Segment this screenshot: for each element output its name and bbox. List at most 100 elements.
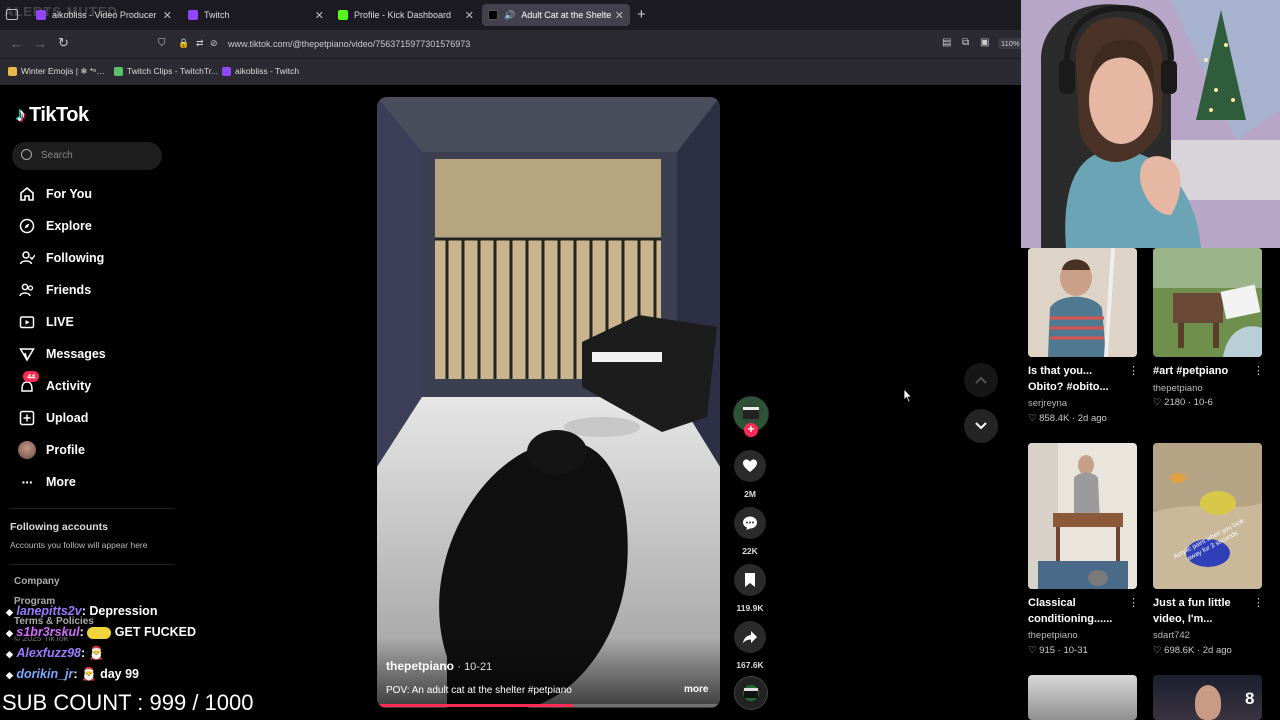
avatar — [18, 441, 36, 459]
video-author[interactable]: thepetpiano · 10-21 — [386, 659, 492, 673]
comment-button[interactable] — [734, 507, 766, 539]
related-author[interactable]: thepetpiano — [1028, 630, 1078, 641]
nav-upload[interactable]: Upload — [18, 409, 88, 427]
nav-friends[interactable]: Friends — [18, 281, 91, 299]
speaker-icon[interactable]: 🔊 — [504, 10, 515, 20]
permissions-icon[interactable]: ⇄ — [196, 38, 204, 49]
forward-icon[interactable]: → — [34, 36, 47, 51]
share-count: 167.6K — [736, 660, 764, 670]
activity-icon: 44 — [18, 371, 40, 395]
related-thumbnail[interactable] — [1028, 675, 1137, 720]
creator-avatar[interactable]: + — [733, 396, 769, 437]
reader-view-icon[interactable]: ▤ — [942, 37, 951, 48]
more-options-icon[interactable]: ⋮ — [1253, 596, 1264, 609]
related-thumbnail[interactable]: 8 — [1153, 675, 1262, 720]
nav-following[interactable]: Following — [18, 249, 104, 267]
new-tab-button[interactable]: + — [637, 6, 646, 23]
piano-avatar-icon — [743, 407, 759, 419]
autoplay-blocked-icon[interactable]: ⊘ — [210, 38, 218, 49]
tiktok-logo[interactable]: ♪ TikTok — [16, 104, 89, 127]
screenshot-icon[interactable]: ▣ — [980, 37, 989, 48]
thumbnail-face — [1195, 685, 1221, 720]
tab-label: Adult Cat at the Shelter: A — [521, 10, 611, 20]
sound-disc[interactable] — [734, 676, 768, 710]
chat-text: 🎅 day 99 — [81, 667, 139, 681]
more-options-icon[interactable]: ⋮ — [1253, 364, 1264, 377]
next-video-button[interactable] — [964, 409, 998, 443]
video-progress-track[interactable] — [377, 704, 720, 707]
more-icon: ··· — [21, 474, 34, 490]
tab-twitch[interactable]: Twitch ✕ — [182, 4, 330, 26]
tab-list-icon[interactable] — [6, 9, 18, 20]
nav-messages[interactable]: Messages — [18, 345, 106, 363]
footer-link-company[interactable]: Company — [14, 576, 60, 587]
caption-more-button[interactable]: more — [684, 684, 708, 695]
tab-label: aikobliss - Video Producer - Tw — [52, 10, 159, 20]
live-icon — [18, 313, 36, 331]
more-options-icon[interactable]: ⋮ — [1128, 596, 1139, 609]
tab-kick-dashboard[interactable]: Profile - Kick Dashboard ✕ — [332, 4, 480, 26]
chevron-up-icon — [975, 376, 987, 384]
related-author[interactable]: serjreyna — [1028, 398, 1067, 409]
related-title[interactable]: #art #petpiano — [1153, 363, 1253, 379]
comment-count: 22K — [742, 546, 758, 556]
chat-badge-icon: ◆ — [6, 628, 13, 638]
reload-icon[interactable]: ↻ — [58, 35, 69, 51]
sidebar-divider — [10, 564, 174, 565]
previous-video-button[interactable] — [964, 363, 998, 397]
bookmark-twitch-clips[interactable]: Twitch Clips - TwitchTr... — [114, 66, 218, 76]
tab-tiktok-video[interactable]: 🔊 Adult Cat at the Shelter: A ✕ — [482, 4, 630, 26]
nav-explore[interactable]: Explore — [18, 217, 92, 235]
related-thumbnail[interactable]: Acrylic paint when you look away for 3 s… — [1153, 443, 1262, 589]
related-meta: ♡ 915 · 10-31 — [1028, 645, 1088, 656]
back-icon[interactable]: ← — [10, 36, 23, 51]
close-icon[interactable]: ✕ — [315, 9, 324, 22]
share-button[interactable] — [734, 621, 766, 653]
twitchtracker-icon — [114, 66, 123, 76]
chat-text: 🎅 — [88, 646, 105, 660]
related-thumbnail[interactable] — [1028, 248, 1137, 357]
nav-for-you[interactable]: For You — [18, 185, 92, 203]
related-title[interactable]: Just a fun little video, I'm... — [1153, 595, 1253, 627]
close-icon[interactable]: ✕ — [465, 9, 474, 22]
close-icon[interactable]: ✕ — [615, 9, 624, 22]
chat-badge-icon: ◆ — [6, 649, 13, 659]
like-button[interactable] — [734, 450, 766, 482]
nav-activity[interactable]: 44 Activity — [18, 371, 91, 395]
search-input[interactable]: Search — [12, 142, 162, 170]
related-thumbnail[interactable] — [1028, 443, 1137, 589]
shield-icon[interactable]: ⛉ — [158, 38, 166, 49]
zoom-level[interactable]: 110% — [998, 38, 1023, 49]
pip-icon[interactable]: ⧉ — [962, 37, 969, 48]
logo-text: TikTok — [29, 104, 89, 126]
nav-live[interactable]: LIVE — [18, 313, 74, 331]
follow-plus-icon[interactable]: + — [744, 423, 758, 437]
bookmark-winter-emojis[interactable]: Winter Emojis | ❄ *ⁿ… — [8, 66, 105, 77]
lock-icon[interactable]: 🔒 — [178, 38, 189, 49]
chat-badge-icon: ◆ — [6, 670, 13, 680]
related-author[interactable]: thepetpiano — [1153, 383, 1203, 394]
tiktok-icon — [488, 10, 498, 20]
nav-profile[interactable]: Profile — [18, 441, 85, 459]
related-thumbnail[interactable] — [1153, 248, 1262, 357]
related-author[interactable]: sdart742 — [1153, 630, 1190, 641]
bookmark-aikobliss-twitch[interactable]: aikobliss - Twitch — [222, 66, 299, 76]
nav-label: Upload — [46, 411, 89, 425]
mouse-cursor — [903, 387, 913, 408]
related-title[interactable]: Classical conditioning...... — [1028, 595, 1128, 627]
related-title[interactable]: Is that you... Obito? #obito... — [1028, 363, 1128, 395]
tab-video-producer[interactable]: aikobliss - Video Producer - Tw ✕ — [30, 4, 178, 26]
more-options-icon[interactable]: ⋮ — [1128, 364, 1139, 377]
nav-label: For You — [46, 187, 93, 201]
chat-text: Depression — [89, 604, 158, 618]
video-date: · 10-21 — [457, 661, 493, 673]
close-icon[interactable]: ✕ — [163, 9, 172, 22]
meta-separator: · — [1196, 645, 1201, 656]
save-button[interactable] — [734, 564, 766, 596]
url-field[interactable]: ⛉ 🔒 ⇄ ⊘ www.tiktok.com/@thepetpiano/vide… — [150, 34, 1023, 54]
like-count: 2M — [744, 489, 756, 499]
video-caption: POV: An adult cat at the shelter #petpia… — [386, 685, 572, 696]
video-player[interactable]: thepetpiano · 10-21 POV: An adult cat at… — [377, 97, 720, 708]
save-count: 119.9K — [736, 603, 764, 613]
nav-more[interactable]: ··· More — [18, 473, 76, 491]
